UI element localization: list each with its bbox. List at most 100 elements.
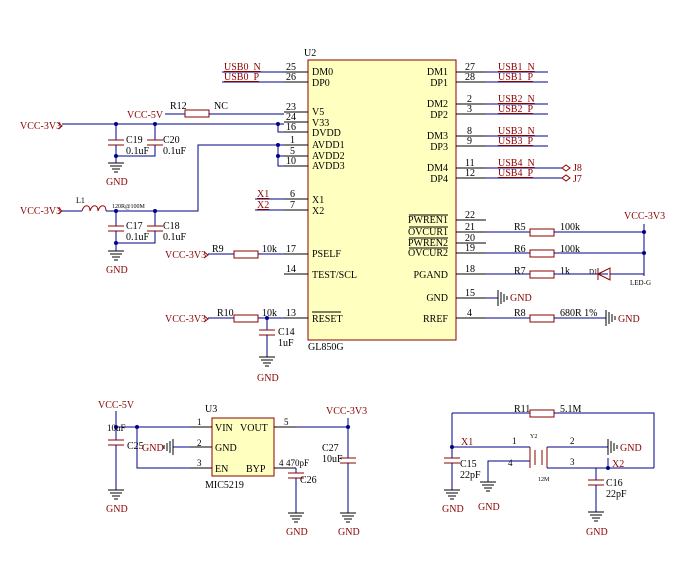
net-label-usb4-p: USB4_P [498,168,533,179]
gnd-label: GND [257,373,279,384]
r9-value: 10k [262,244,277,255]
r12-resistor [184,109,210,118]
gnd-label: GND [620,443,642,454]
pself-reset: VCC-3V3 R9 10k VCC-3V3 R10 10k C14 1uF G… [165,244,295,384]
c18-ref: C18 [163,221,180,232]
gnd-label: GND [510,293,532,304]
u2-pin-num: 15 [465,288,475,299]
y2-ref: Y2 [530,434,537,440]
vcc3v3-net-label: VCC-3V3 [624,211,665,222]
c25-value: 10uF [107,423,126,433]
c20-ref: C20 [163,135,180,146]
u2-pin-num: 9 [467,136,472,147]
c25-capacitor [108,439,124,446]
u2-pin-num: 13 [286,308,296,319]
u3-regulator: U3 MIC5219 VIN VOUT GND EN BYP 1 5 2 3 4… [98,400,367,538]
gnd-icon [108,250,124,261]
u3-pin-name: BYP [246,464,266,475]
d1-ref: D1 [589,268,598,276]
u3-part: MIC5219 [205,480,244,491]
y2-pin-num: 4 [508,458,513,468]
r7-ref: R7 [514,266,526,277]
y2-pin-num: 3 [570,457,575,467]
y2-value: 12M [538,477,550,483]
vcc3v3-net-label: VCC-3V3 [165,314,206,325]
vcc3v3-net-label: VCC-3V3 [20,206,61,217]
u2-pin-name: RREF [423,314,448,325]
offsheet-port-icon [561,164,571,182]
l1-inductor [81,205,107,212]
vcc5v-net-label: VCC-5V [127,110,164,121]
gnd-icon [340,512,356,523]
r8-resistor [529,314,555,323]
c27-ref: C27 [322,443,339,454]
r12-ref: R12 [170,101,187,112]
gnd-icon [588,511,604,522]
u2-pin-name: DP1 [430,78,448,89]
gnd-label: GND [478,502,500,513]
r9-resistor [233,250,259,259]
l1-value: 120R@100M [112,204,146,210]
gnd-icon [163,439,174,455]
u2-pin-num: 4 [467,308,472,319]
xtal-net-labels: X1 X2 [255,189,284,211]
gnd-label: GND [106,504,128,515]
u2-pin-num: 19 [465,243,475,254]
c16-ref: C16 [606,478,623,489]
u2-pin-name: GND [426,293,448,304]
c14-capacitor [259,329,275,336]
c27-value: 10uF [322,454,343,465]
u2-pin-name: AVDD3 [312,161,345,172]
gnd-icon [605,310,616,326]
u2-pin-num: 14 [286,264,296,275]
r10-resistor [233,314,259,323]
gnd-icon [480,481,496,492]
u3-pin-name: EN [215,464,228,475]
gnd-icon [108,162,124,173]
c19-value: 0.1uF [126,146,150,157]
gnd-icon [607,439,618,455]
u3-designator: U3 [205,404,217,415]
u2-designator: U2 [304,48,316,59]
u3-pin-num: 5 [284,417,289,427]
c14-value: 1uF [278,338,294,349]
gnd-icon [108,489,124,500]
u2-pin-name: PSELF [312,249,341,260]
vcc3v3-net-label: VCC-3V3 [326,406,367,417]
r5-ref: R5 [514,222,526,233]
u2-pin-num: 28 [465,72,475,83]
u2-pin-name: DM0 [312,67,333,78]
gnd-label: GND [286,527,308,538]
gnd-icon [259,356,275,367]
u2-pin-name: DVDD [312,128,341,139]
u2-pin-name: TEST/SCL [312,270,357,281]
gnd-label: GND [338,527,360,538]
gnd-label: GND [586,527,608,538]
crystal-circuit: R11 5.1M X1 C15 22pF GND Y2 12M 1 2 3 4 … [442,404,655,538]
gnd-label: GND [106,265,128,276]
r11-ref: R11 [514,404,530,415]
u2-pin-name: X2 [312,206,324,217]
l1-ref: L1 [76,196,85,205]
u2-pin-name: DP4 [430,174,448,185]
u2-pin-num: 1 [290,135,295,146]
u2-pin-name: OVCUR2 [408,248,448,259]
u2-pin-name: DM2 [427,99,448,110]
u2-pin-num: 6 [290,189,295,200]
u3-pin-num: 1 [197,417,202,427]
r8-ref: R8 [514,308,526,319]
c18-value: 0.1uF [163,232,187,243]
c16-capacitor [588,479,604,486]
c17-capacitor [108,225,124,232]
r8-value: 680R 1% [560,308,598,319]
schematic-canvas: U2 GL850G 25 26 23 24 16 1 5 10 6 7 17 1… [20,48,665,538]
c26-value: 470pF [286,458,309,468]
r5-resistor [529,228,555,237]
c14-ref: C14 [278,327,295,338]
u2-pin-num: 7 [290,200,295,211]
u3-pin-name: VOUT [240,423,268,434]
u2-pin-name: RESET [312,314,343,325]
net-label-x1: X1 [461,437,473,448]
y2-pin-num: 1 [512,436,517,446]
u2-pin-name: X1 [312,195,324,206]
